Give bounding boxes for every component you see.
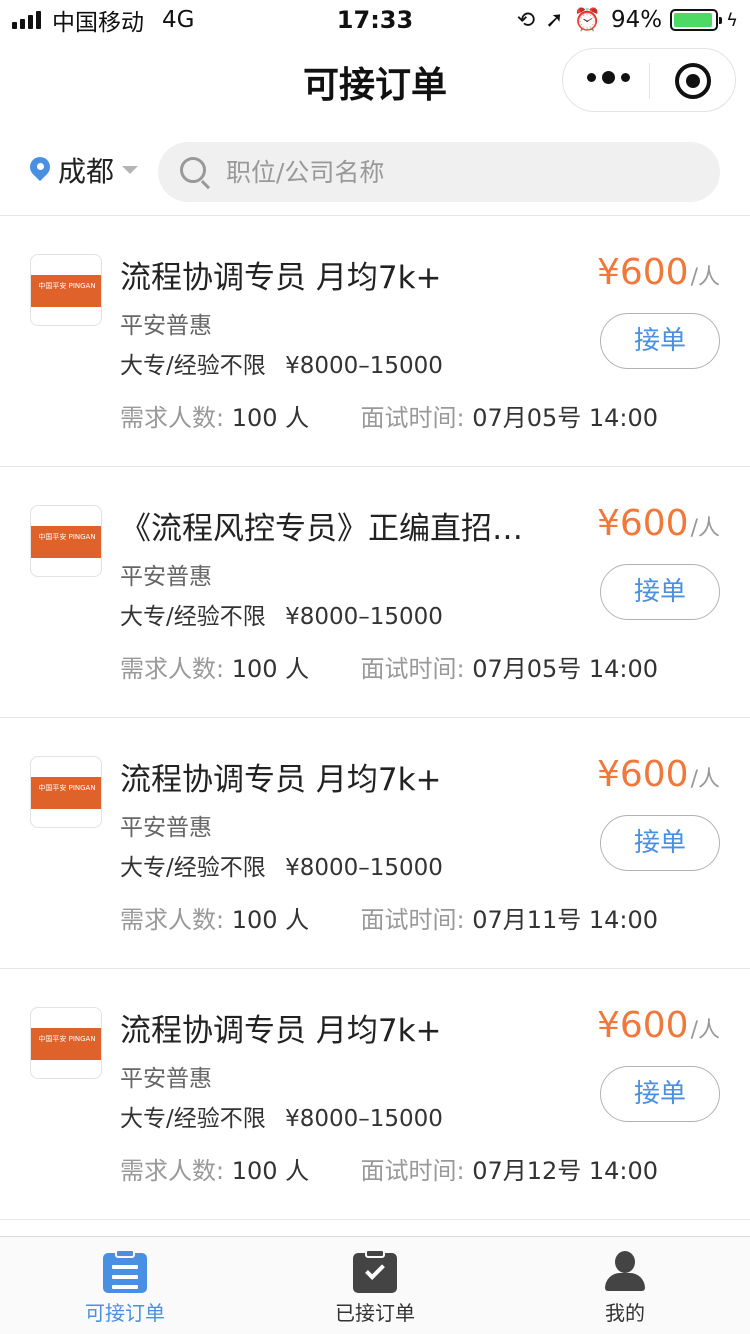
headcount-value: 100 人 bbox=[231, 655, 310, 683]
tab-profile[interactable]: 我的 bbox=[500, 1237, 750, 1334]
tab-label: 我的 bbox=[605, 1301, 645, 1325]
commission-price: ¥600 /人 bbox=[597, 252, 720, 293]
headcount-value: 100 人 bbox=[231, 906, 310, 934]
tab-accepted-orders[interactable]: 已接订单 bbox=[250, 1237, 500, 1334]
headcount-label: 需求人数: bbox=[120, 906, 225, 934]
charging-icon: ϟ bbox=[726, 9, 738, 31]
job-requirements: 大专/经验不限 ¥8000–15000 bbox=[120, 597, 443, 631]
interview-label: 面试时间: bbox=[360, 404, 465, 432]
price-amount: ¥600 bbox=[596, 252, 689, 293]
battery-icon bbox=[670, 9, 723, 31]
headcount-label: 需求人数: bbox=[120, 655, 225, 683]
company-name: 平安普惠 bbox=[120, 815, 212, 841]
take-order-button[interactable]: 接单 bbox=[600, 1066, 720, 1122]
search-icon bbox=[180, 157, 206, 183]
more-icon[interactable] bbox=[587, 71, 636, 84]
search-row: 成都 bbox=[0, 140, 750, 204]
salary-range: ¥8000–15000 bbox=[285, 604, 443, 630]
company-logo: 中国平安 PINGAN bbox=[30, 254, 102, 326]
job-card[interactable]: 中国平安 PINGAN 《流程风控专员》正编直招… 平安普惠 大专/经验不限 ¥… bbox=[0, 467, 750, 718]
job-list: 中国平安 PINGAN 流程协调专员 月均7k+ 平安普惠 大专/经验不限 ¥8… bbox=[0, 216, 750, 1236]
search-input[interactable] bbox=[226, 142, 696, 202]
price-amount: ¥600 bbox=[596, 1005, 689, 1046]
interview-label: 面试时间: bbox=[360, 1157, 465, 1185]
interview-time: 07月12号 14:00 bbox=[472, 1157, 659, 1185]
price-unit: /人 bbox=[690, 265, 720, 290]
job-requirements: 大专/经验不限 ¥8000–15000 bbox=[120, 1099, 443, 1133]
chevron-down-icon bbox=[122, 166, 139, 174]
tab-bar: 可接订单 已接订单 我的 bbox=[0, 1236, 750, 1334]
interview-time: 07月11号 14:00 bbox=[472, 906, 659, 934]
commission-price: ¥600 /人 bbox=[597, 503, 720, 544]
company-logo: 中国平安 PINGAN bbox=[30, 756, 102, 828]
job-meta: 需求人数: 100 人 面试时间: 07月05号 14:00 bbox=[120, 398, 658, 433]
job-card[interactable]: 中国平安 PINGAN 流程协调专员 月均7k+ 平安普惠 大专/经验不限 ¥8… bbox=[0, 969, 750, 1220]
user-icon bbox=[603, 1249, 647, 1293]
tab-label: 已接订单 bbox=[335, 1301, 415, 1325]
price-unit: /人 bbox=[690, 516, 720, 541]
job-title: 流程协调专员 月均7k+ bbox=[120, 260, 442, 296]
price-amount: ¥600 bbox=[596, 754, 689, 795]
headcount-label: 需求人数: bbox=[120, 404, 225, 432]
take-order-button[interactable]: 接单 bbox=[600, 815, 720, 871]
interview-label: 面试时间: bbox=[360, 655, 465, 683]
company-logo: 中国平安 PINGAN bbox=[30, 1007, 102, 1079]
take-order-button[interactable]: 接单 bbox=[600, 564, 720, 620]
education-experience: 大专/经验不限 bbox=[120, 855, 266, 881]
price-amount: ¥600 bbox=[596, 503, 689, 544]
job-requirements: 大专/经验不限 ¥8000–15000 bbox=[120, 346, 443, 380]
interview-time: 07月05号 14:00 bbox=[472, 655, 659, 683]
location-pin-icon bbox=[30, 157, 50, 183]
clipboard-list-icon bbox=[103, 1249, 147, 1293]
salary-range: ¥8000–15000 bbox=[285, 1106, 443, 1132]
education-experience: 大专/经验不限 bbox=[120, 353, 266, 379]
commission-price: ¥600 /人 bbox=[597, 1005, 720, 1046]
job-meta: 需求人数: 100 人 面试时间: 07月05号 14:00 bbox=[120, 649, 658, 684]
city-label: 成都 bbox=[58, 155, 115, 188]
close-target-icon[interactable] bbox=[675, 63, 711, 99]
education-experience: 大专/经验不限 bbox=[120, 604, 266, 630]
job-card[interactable]: 中国平安 PINGAN 流程协调专员 月均7k+ 平安普惠 大专/经验不限 ¥8… bbox=[0, 216, 750, 467]
mini-program-capsule bbox=[562, 48, 736, 112]
status-bar: 中国移动 4G 17:33 ⟲ ➚ ⏰ 94% ϟ bbox=[0, 0, 750, 40]
alarm-icon: ⏰ bbox=[573, 7, 601, 33]
job-title: 流程协调专员 月均7k+ bbox=[120, 762, 442, 798]
interview-time: 07月05号 14:00 bbox=[472, 404, 659, 432]
location-arrow-icon: ➚ bbox=[545, 7, 564, 33]
salary-range: ¥8000–15000 bbox=[285, 855, 443, 881]
commission-price: ¥600 /人 bbox=[597, 754, 720, 795]
job-card[interactable]: 中国平安 PINGAN 流程协调专员 月均7k+ 平安普惠 大专/经验不限 ¥8… bbox=[0, 718, 750, 969]
tab-label: 可接订单 bbox=[85, 1301, 165, 1325]
company-name: 平安普惠 bbox=[120, 564, 212, 590]
battery-percent: 94% bbox=[611, 7, 663, 33]
city-selector[interactable]: 成都 bbox=[30, 150, 139, 190]
status-right: ⟲ ➚ ⏰ 94% ϟ bbox=[507, 6, 738, 34]
search-box[interactable] bbox=[158, 142, 720, 202]
headcount-value: 100 人 bbox=[231, 1157, 310, 1185]
company-name: 平安普惠 bbox=[120, 313, 212, 339]
job-title: 《流程风控专员》正编直招… bbox=[120, 511, 523, 547]
company-name: 平安普惠 bbox=[120, 1066, 212, 1092]
tab-available-orders[interactable]: 可接订单 bbox=[0, 1237, 250, 1334]
interview-label: 面试时间: bbox=[360, 906, 465, 934]
education-experience: 大专/经验不限 bbox=[120, 1106, 266, 1132]
headcount-label: 需求人数: bbox=[120, 1157, 225, 1185]
job-title: 流程协调专员 月均7k+ bbox=[120, 1013, 442, 1049]
price-unit: /人 bbox=[690, 1018, 720, 1043]
company-logo: 中国平安 PINGAN bbox=[30, 505, 102, 577]
headcount-value: 100 人 bbox=[231, 404, 310, 432]
clipboard-check-icon bbox=[353, 1249, 397, 1293]
job-meta: 需求人数: 100 人 面试时间: 07月11号 14:00 bbox=[120, 900, 658, 935]
take-order-button[interactable]: 接单 bbox=[600, 313, 720, 369]
salary-range: ¥8000–15000 bbox=[285, 353, 443, 379]
job-meta: 需求人数: 100 人 面试时间: 07月12号 14:00 bbox=[120, 1151, 658, 1186]
capsule-divider bbox=[649, 63, 650, 99]
price-unit: /人 bbox=[690, 767, 720, 792]
nav-bar: 可接订单 bbox=[0, 40, 750, 120]
rotation-lock-icon: ⟲ bbox=[516, 7, 536, 33]
job-requirements: 大专/经验不限 ¥8000–15000 bbox=[120, 848, 443, 882]
